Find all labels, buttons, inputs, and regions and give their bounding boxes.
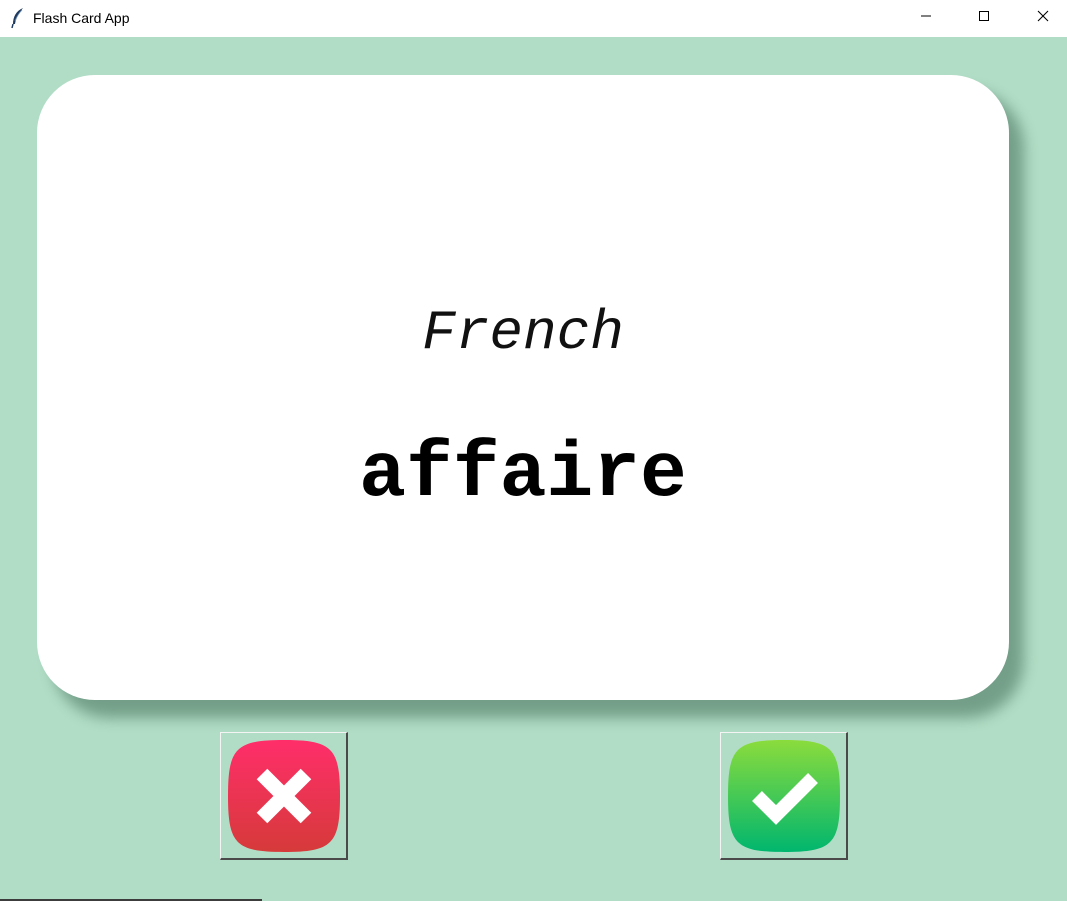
right-button[interactable] [720,732,848,860]
card-word: affaire [359,431,687,519]
minimize-button[interactable] [903,0,949,36]
check-mark-icon [724,736,844,856]
maximize-button[interactable] [961,0,1007,36]
maximize-icon [978,9,990,27]
title-bar[interactable]: Flash Card App [0,0,1067,37]
app-window: Flash Card App French affaire [0,0,1067,901]
flash-card: French affaire [37,75,1009,700]
wrong-button[interactable] [220,732,348,860]
card-language-label: French [422,301,624,365]
x-mark-icon [224,736,344,856]
close-button[interactable] [1020,0,1066,36]
feather-icon [10,7,26,29]
window-title: Flash Card App [33,10,130,26]
minimize-icon [920,9,932,27]
close-icon [1037,9,1049,27]
